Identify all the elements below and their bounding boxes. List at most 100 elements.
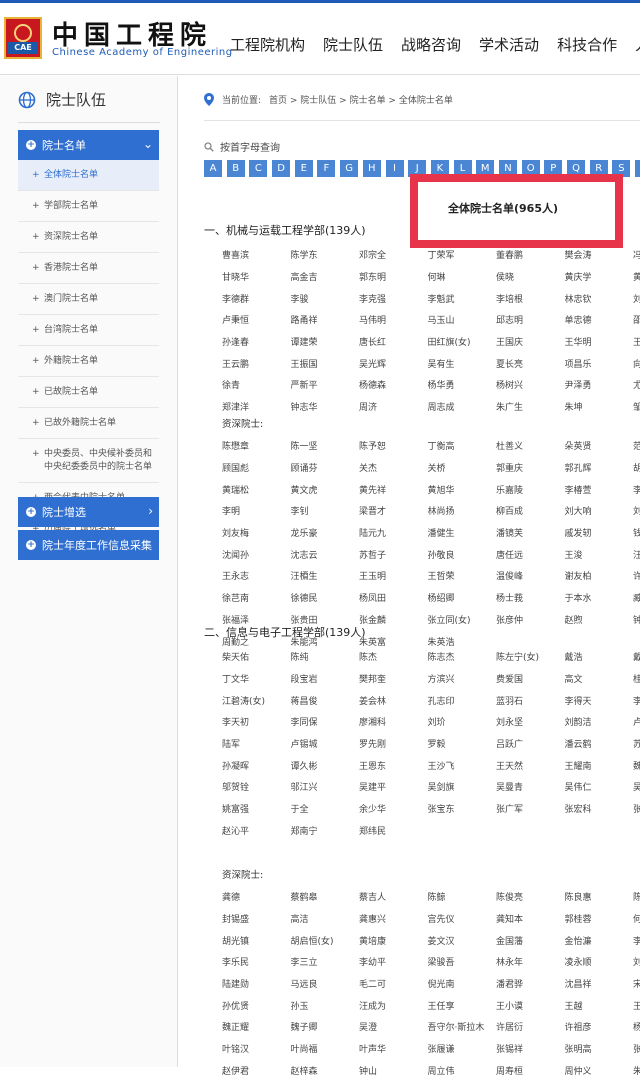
- academician-name-link[interactable]: 罗先刚: [359, 737, 428, 750]
- academician-name-link[interactable]: 臧: [633, 591, 640, 604]
- academician-name-link[interactable]: 徐德民: [291, 591, 360, 604]
- academician-name-link[interactable]: 李乐民: [222, 955, 291, 968]
- academician-name-link[interactable]: 吴: [633, 780, 640, 793]
- academician-name-link[interactable]: 王任享: [428, 999, 497, 1012]
- academician-name-link[interactable]: 孙逢春: [222, 335, 291, 348]
- academician-name-link[interactable]: 单忠德: [565, 313, 634, 326]
- academician-name-link[interactable]: 王国庆: [496, 335, 565, 348]
- academician-name-link[interactable]: 李魁武: [428, 292, 497, 305]
- academician-name-link[interactable]: 丁文华: [222, 672, 291, 685]
- academician-name-link[interactable]: 马玉山: [428, 313, 497, 326]
- academician-name-link[interactable]: 蔡鹤皋: [291, 890, 360, 903]
- academician-name-link[interactable]: 董春鹏: [496, 248, 565, 261]
- academician-name-link[interactable]: 吴伟仁: [565, 780, 634, 793]
- academician-name-link[interactable]: 汪成为: [359, 999, 428, 1012]
- submenu-item-hongkong[interactable]: +香港院士名单: [18, 253, 159, 284]
- academician-name-link[interactable]: 王华明: [565, 335, 634, 348]
- academician-name-link[interactable]: 蒋昌俊: [291, 694, 360, 707]
- academician-name-link[interactable]: 戴: [633, 650, 640, 663]
- academician-name-link[interactable]: 陈左宁(女): [496, 650, 565, 663]
- menu-election[interactable]: + 院士增选 ›: [18, 497, 159, 527]
- academician-name-link[interactable]: 黄瑞松: [222, 483, 291, 496]
- academician-name-link[interactable]: 吕跃广: [496, 737, 565, 750]
- academician-name-link[interactable]: 关杰: [359, 461, 428, 474]
- academician-name-link[interactable]: 梁晋才: [359, 504, 428, 517]
- academician-name-link[interactable]: 张明高: [565, 1042, 634, 1055]
- letter-button-g[interactable]: G: [340, 160, 358, 177]
- academician-name-link[interactable]: 张宏科: [565, 802, 634, 815]
- academician-name-link[interactable]: 钟: [633, 613, 640, 626]
- academician-name-link[interactable]: 陈: [633, 890, 640, 903]
- academician-name-link[interactable]: 桂: [633, 672, 640, 685]
- academician-name-link[interactable]: 李明: [222, 504, 291, 517]
- academician-name-link[interactable]: 钟山: [359, 1064, 428, 1077]
- letter-button-d[interactable]: D: [272, 160, 290, 177]
- academician-name-link[interactable]: 苏哲子: [359, 548, 428, 561]
- submenu-item-deceased[interactable]: +已故院士名单: [18, 377, 159, 408]
- academician-name-link[interactable]: 何琳: [428, 270, 497, 283]
- nav-item-institutions[interactable]: 工程院机构: [230, 34, 305, 55]
- academician-name-link[interactable]: 陈纯: [291, 650, 360, 663]
- academician-name-link[interactable]: 黄旭华: [428, 483, 497, 496]
- academician-name-link[interactable]: 杨华勇: [428, 378, 497, 391]
- academician-name-link[interactable]: 倪光南: [428, 977, 497, 990]
- academician-name-link[interactable]: 杨树兴: [496, 378, 565, 391]
- academician-name-link[interactable]: 温俊峰: [496, 569, 565, 582]
- academician-name-link[interactable]: 金怡濂: [565, 934, 634, 947]
- academician-name-link[interactable]: 谭久彬: [291, 759, 360, 772]
- academician-name-link[interactable]: 张广军: [496, 802, 565, 815]
- academician-name-link[interactable]: 乐嘉陵: [496, 483, 565, 496]
- academician-name-link[interactable]: 郑津洋: [222, 400, 291, 413]
- academician-name-link[interactable]: 周立伟: [428, 1064, 497, 1077]
- academician-name-link[interactable]: 潘君骅: [496, 977, 565, 990]
- academician-name-link[interactable]: 戚发轫: [565, 526, 634, 539]
- academician-name-link[interactable]: 杨士莪: [496, 591, 565, 604]
- academician-name-link[interactable]: 朱坤: [565, 400, 634, 413]
- academician-name-link[interactable]: 尤: [633, 378, 640, 391]
- academician-name-link[interactable]: 刘: [633, 955, 640, 968]
- academician-name-link[interactable]: 唐长红: [359, 335, 428, 348]
- academician-name-link[interactable]: 林永年: [496, 955, 565, 968]
- academician-name-link[interactable]: 谭建荣: [291, 335, 360, 348]
- academician-name-link[interactable]: 刘: [633, 504, 640, 517]
- academician-name-link[interactable]: 于全: [291, 802, 360, 815]
- academician-name-link[interactable]: 苏: [633, 737, 640, 750]
- academician-name-link[interactable]: 江碧涛(女): [222, 694, 291, 707]
- academician-name-link[interactable]: 陈杰: [359, 650, 428, 663]
- academician-name-link[interactable]: 杜善义: [496, 439, 565, 452]
- academician-name-link[interactable]: 胡启恒(女): [291, 934, 360, 947]
- academician-name-link[interactable]: 樊邦奎: [359, 672, 428, 685]
- academician-name-link[interactable]: 沈志云: [291, 548, 360, 561]
- academician-name-link[interactable]: 陈学东: [291, 248, 360, 261]
- academician-name-link[interactable]: 王小谟: [496, 999, 565, 1012]
- academician-name-link[interactable]: 龚惠兴: [359, 912, 428, 925]
- academician-name-link[interactable]: 黄庆学: [565, 270, 634, 283]
- academician-name-link[interactable]: 丁衡高: [428, 439, 497, 452]
- academician-name-link[interactable]: 沈闻孙: [222, 548, 291, 561]
- academician-name-link[interactable]: 黄文虎: [291, 483, 360, 496]
- academician-name-link[interactable]: 高洁: [291, 912, 360, 925]
- academician-name-link[interactable]: 陈鲸: [428, 890, 497, 903]
- academician-name-link[interactable]: 孙凝晖: [222, 759, 291, 772]
- academician-name-link[interactable]: 朱: [633, 1064, 640, 1077]
- academician-name-link[interactable]: 陈俊亮: [496, 890, 565, 903]
- letter-button-i[interactable]: I: [386, 160, 404, 177]
- academician-name-link[interactable]: 李: [633, 934, 640, 947]
- academician-name-link[interactable]: 冯: [633, 248, 640, 261]
- academician-name-link[interactable]: 林忠钦: [565, 292, 634, 305]
- academician-name-link[interactable]: 尹泽勇: [565, 378, 634, 391]
- academician-name-link[interactable]: 黄: [633, 270, 640, 283]
- academician-name-link[interactable]: 徐芑南: [222, 591, 291, 604]
- letter-button-f[interactable]: F: [317, 160, 335, 177]
- academician-name-link[interactable]: 陈懋章: [222, 439, 291, 452]
- academician-name-link[interactable]: 樊会涛: [565, 248, 634, 261]
- academician-name-link[interactable]: 方滨兴: [428, 672, 497, 685]
- academician-name-link[interactable]: 黄培康: [359, 934, 428, 947]
- academician-name-link[interactable]: 李培根: [496, 292, 565, 305]
- academician-name-link[interactable]: 戴浩: [565, 650, 634, 663]
- academician-name-link[interactable]: 刘友梅: [222, 526, 291, 539]
- academician-name-link[interactable]: 林尚扬: [428, 504, 497, 517]
- academician-name-link[interactable]: 潘健生: [428, 526, 497, 539]
- academician-name-link[interactable]: 郑纬民: [359, 824, 428, 837]
- academician-name-link[interactable]: 顾诵芬: [291, 461, 360, 474]
